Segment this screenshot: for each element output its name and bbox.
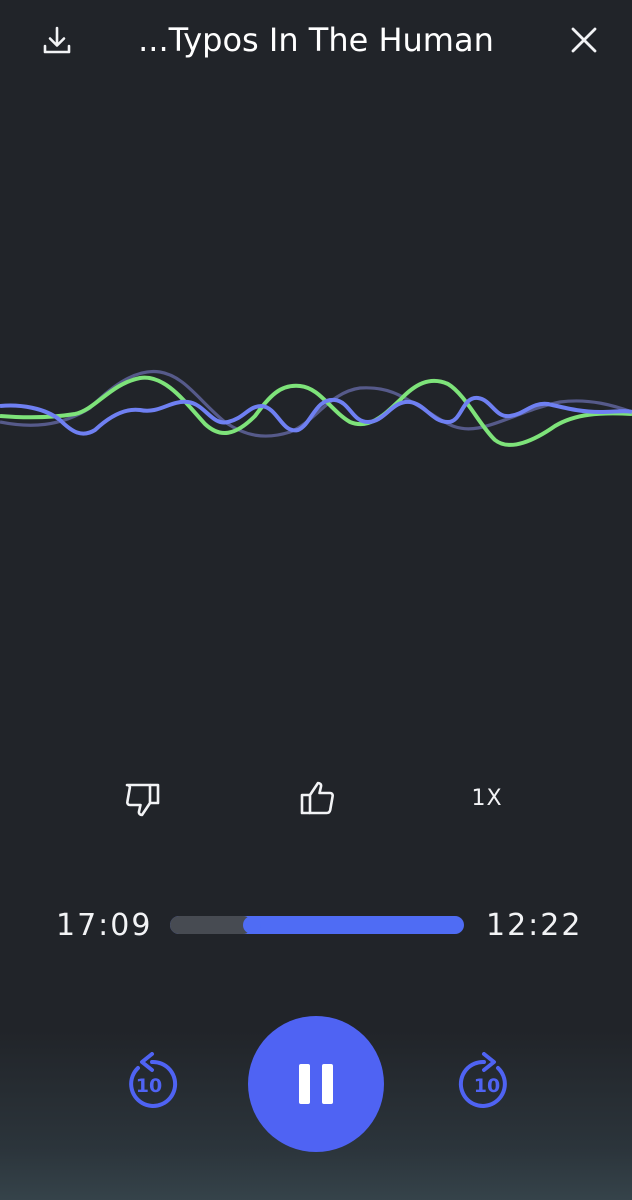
thumbs-down-icon [125,783,160,817]
player-screen: ...Typos In The Human 1X 17:09 12:22 10 … [0,0,632,1200]
audio-waveform [0,369,632,447]
header: ...Typos In The Human [0,0,632,84]
rewind-10-label: 10 [136,1075,162,1097]
close-icon [571,27,597,53]
elapsed-time: 17:09 [56,908,153,943]
remaining-time: 12:22 [486,908,583,943]
progress-played [170,916,253,934]
pause-button[interactable] [248,1016,384,1152]
playback-speed-button[interactable]: 1X [456,776,518,820]
close-button[interactable] [560,16,608,64]
feedback-actions: 1X [0,764,632,828]
download-icon [43,26,71,54]
progress-bar[interactable] [170,916,464,934]
playback-controls: 10 10 [0,1010,632,1160]
like-button[interactable] [290,772,344,826]
download-button[interactable] [34,18,80,64]
forward-10-icon: 10 [458,1052,507,1108]
rewind-10-icon: 10 [129,1052,178,1108]
episode-title: ...Typos In The Human [138,21,494,59]
rewind-10-button[interactable]: 10 [118,1052,182,1116]
dislike-button[interactable] [116,772,170,826]
forward-10-label: 10 [474,1075,500,1097]
pause-icon [299,1064,333,1104]
thumbs-up-icon [300,781,334,815]
forward-10-button[interactable]: 10 [454,1052,518,1116]
